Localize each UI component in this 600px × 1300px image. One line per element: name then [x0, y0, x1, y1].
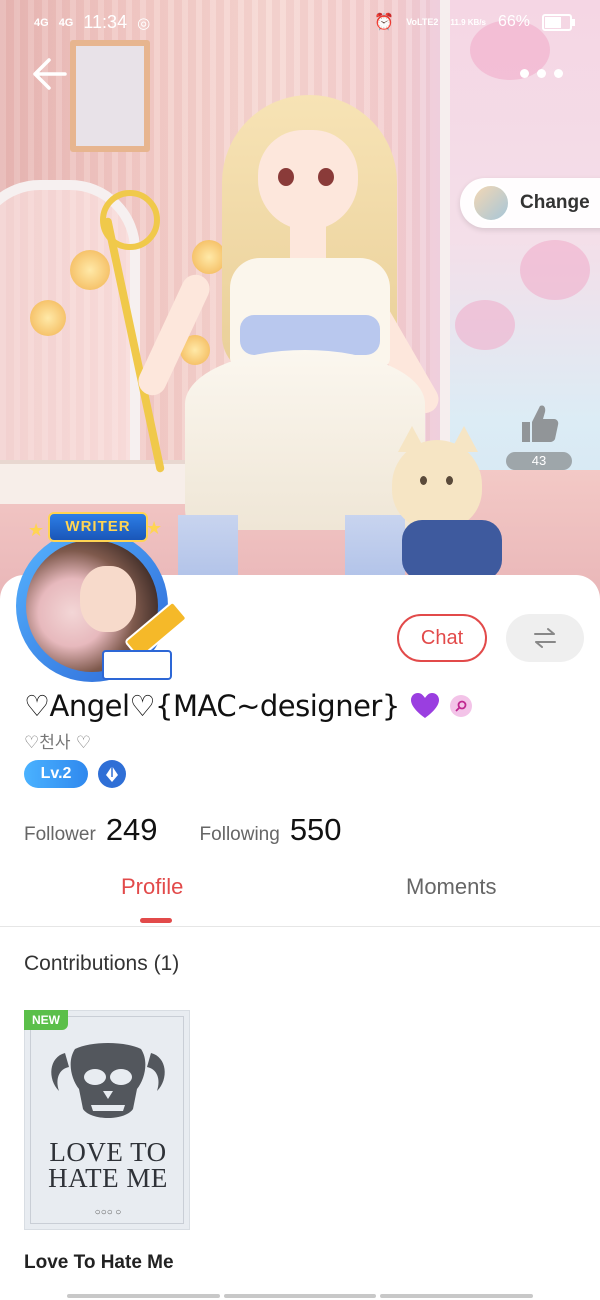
new-badge: NEW [24, 1010, 68, 1030]
book-cover-title: LOVE TO HATE ME [48, 1137, 168, 1193]
whatsapp-icon: ◎ [137, 14, 151, 32]
signal-2-label: 4G [58, 16, 74, 29]
more-dots-icon [537, 68, 546, 78]
follower-label[interactable]: Follower [24, 824, 96, 846]
character-skirt [185, 350, 425, 530]
swap-arrows-icon [534, 628, 556, 648]
cat-eye [446, 476, 453, 485]
cat-ear [398, 426, 426, 452]
character-eye [278, 168, 294, 186]
like-button[interactable]: 43 [506, 400, 572, 470]
wall-frame [70, 40, 150, 152]
wand-heart [100, 190, 160, 250]
speed-label: 11.9 KB/s [450, 17, 486, 27]
arrow-left-icon [33, 58, 67, 90]
cat-eye [420, 476, 427, 485]
purple-heart-icon [410, 693, 439, 718]
plush-cat [392, 426, 502, 580]
more-dots-icon [554, 68, 563, 78]
profile-tabs: Profile Moments [0, 860, 600, 927]
writer-badge: WRITER [48, 512, 148, 542]
switch-button[interactable] [506, 614, 584, 662]
following-label[interactable]: Following [200, 824, 280, 846]
flower [70, 250, 110, 290]
follow-stats: Follower 249 Following 550 [24, 812, 342, 852]
book-icon [102, 650, 172, 680]
tab-moments[interactable]: Moments [406, 874, 496, 900]
blossom [520, 240, 590, 300]
status-left: 4G 4G 11:34 ◎ [34, 12, 150, 33]
contribution-card[interactable]: NEW LOVE TO HATE ME ○○○ ○ [24, 1010, 190, 1230]
signal-1-label: 4G [34, 16, 49, 29]
flower [192, 240, 226, 274]
character-neck [290, 222, 326, 262]
character-sash [240, 315, 380, 355]
more-options-button[interactable] [520, 62, 570, 84]
blossom [455, 300, 515, 350]
change-cover-button[interactable]: Change [460, 178, 600, 228]
indicator-bar [67, 1294, 220, 1298]
star-icon: ★ [28, 520, 45, 541]
skull-horns-icon [51, 1043, 165, 1118]
alarm-icon: ⏰ [374, 14, 395, 31]
contributions-title: Contributions (1) [24, 952, 180, 975]
active-tab-indicator [140, 918, 172, 923]
cover-thumbnail-icon [472, 184, 510, 222]
more-dots-icon [520, 68, 529, 78]
indicator-bar [223, 1294, 377, 1298]
cat-body [402, 520, 502, 580]
battery-icon [542, 13, 575, 31]
avatar[interactable]: WRITER ★ ★ [6, 510, 189, 682]
rank-badge [98, 760, 126, 788]
battery-label: 66% [497, 13, 530, 30]
change-label: Change [520, 192, 590, 213]
status-bar: 4G 4G 11:34 ◎ ⏰ VoLTE2 11.9 KB/s 66% [0, 0, 600, 44]
character-face [258, 130, 358, 230]
follower-count[interactable]: 249 [106, 812, 158, 848]
magnifier-icon [455, 700, 467, 712]
flower [30, 300, 66, 336]
following-count[interactable]: 550 [290, 812, 342, 848]
level-badge: Lv.2 [24, 760, 88, 788]
search-badge-icon [449, 695, 472, 717]
clock: 11:34 [83, 12, 128, 32]
back-button[interactable] [28, 52, 72, 96]
bottom-scroll-indicator [67, 1294, 534, 1298]
thumbs-up-icon [522, 405, 559, 442]
contribution-title[interactable]: Love To Hate Me [24, 1252, 174, 1274]
user-subname: ♡천사 ♡ [24, 733, 92, 753]
network-label: VoLTE2 [406, 17, 439, 27]
chat-button[interactable]: Chat [397, 614, 487, 662]
character-eye [318, 168, 334, 186]
pen-nib-icon [106, 766, 118, 782]
like-count: 43 [506, 452, 572, 470]
book-cover-author: ○○○ ○ [94, 1207, 122, 1218]
avatar-face [80, 566, 136, 632]
username: ♡Angel♡{MAC~designer} [24, 689, 400, 723]
tab-profile[interactable]: Profile [121, 874, 183, 900]
star-icon: ★ [146, 518, 163, 539]
indicator-bar [380, 1294, 534, 1298]
username-row: ♡Angel♡{MAC~designer} [24, 686, 472, 726]
cat-ear [450, 426, 478, 452]
status-right: ⏰ VoLTE2 11.9 KB/s 66% [374, 12, 575, 32]
